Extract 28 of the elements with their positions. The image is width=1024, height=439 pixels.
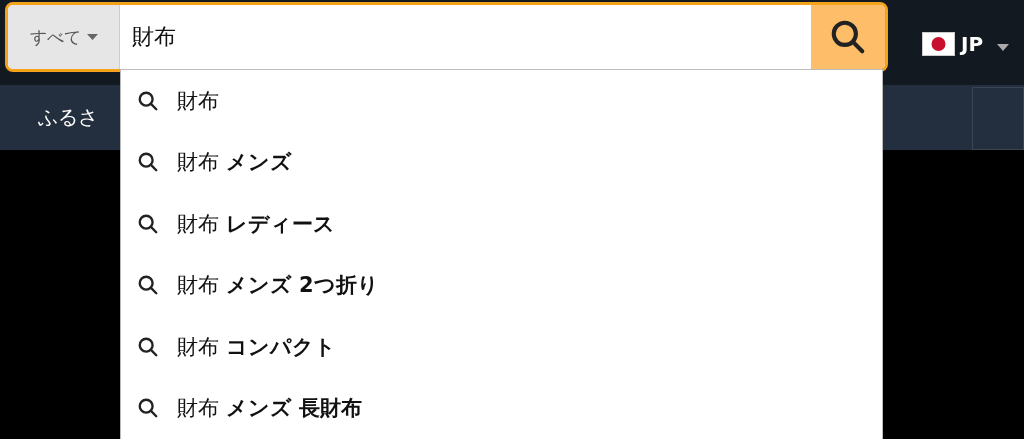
search-icon [137, 151, 159, 174]
search-icon [137, 335, 159, 358]
search-icon [137, 89, 159, 112]
search-bar[interactable]: すべて 財布 [5, 2, 888, 72]
language-selector[interactable]: JP [922, 32, 1010, 56]
nav-link[interactable]: ふるさ [38, 104, 98, 131]
suggestion-item[interactable]: 財布 メンズ 2つ折り [121, 254, 882, 316]
search-button[interactable] [811, 5, 885, 69]
suggestion-item[interactable]: 財布 [121, 70, 882, 132]
search-icon [137, 212, 159, 235]
suggestion-text: 財布 メンズ 長財布 [177, 395, 362, 423]
suggestion-item[interactable]: 財布 メンズ [121, 131, 882, 193]
suggestion-text: 財布 メンズ 2つ折り [177, 272, 379, 300]
category-dropdown[interactable]: すべて [8, 5, 120, 69]
suggestion-item[interactable]: 財布 レディース [121, 193, 882, 255]
suggestion-text: 財布 メンズ [177, 149, 292, 177]
suggestion-text: 財布 [177, 87, 219, 115]
suggestion-text: 財布 レディース [177, 210, 335, 238]
flag-icon [922, 32, 955, 56]
search-icon [829, 18, 867, 56]
search-icon [137, 397, 159, 420]
search-icon [137, 274, 159, 297]
suggestion-item[interactable]: 財布 コンパクト [121, 316, 882, 378]
caret-icon [86, 34, 98, 40]
suggestion-text: 財布 コンパクト [177, 333, 336, 361]
search-field[interactable]: 財布 [120, 5, 811, 69]
suggestion-item[interactable]: 財布 メンズ 長財布 [121, 377, 882, 439]
caret-icon [997, 43, 1010, 51]
